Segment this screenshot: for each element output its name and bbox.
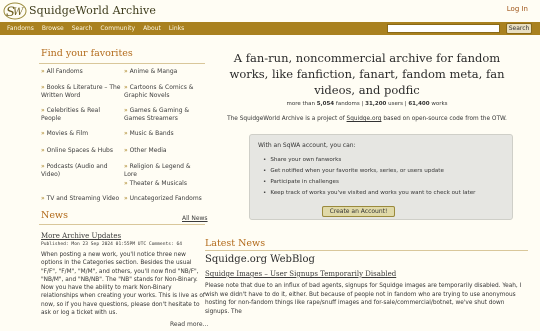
nav-about[interactable]: About — [143, 25, 161, 32]
divider — [39, 224, 205, 225]
works-label: works — [431, 101, 448, 107]
nav-search[interactable]: Search — [72, 25, 93, 32]
divider — [205, 250, 528, 251]
nav-browse[interactable]: Browse — [42, 25, 64, 32]
fandoms-count: 5,054 — [316, 101, 335, 107]
fandom-link-uncategorized[interactable]: » Uncategorized Fandoms — [124, 195, 204, 203]
fandom-link-movies[interactable]: » Movies & Film — [41, 130, 121, 138]
account-benefit: Share your own fanworks — [263, 157, 341, 163]
fandom-link-books[interactable]: » Books & Literature – The Written Word — [41, 84, 121, 100]
blog-post-body: Please note that due to an influx of bad… — [205, 283, 522, 315]
fandom-link-religion[interactable]: » Religion & Legend & Lore — [124, 163, 204, 179]
account-benefit: Get notified when your favorite works, s… — [263, 168, 444, 174]
svg-text:W: W — [13, 7, 24, 18]
fandom-link-anime[interactable]: » Anime & Manga — [124, 68, 204, 76]
nav-community[interactable]: Community — [100, 25, 135, 32]
nav-fandoms[interactable]: Fandoms — [7, 25, 34, 32]
favorites-heading: Find your favorites — [41, 48, 133, 59]
fandom-link-podcasts[interactable]: » Podcasts (Audio and Video) — [41, 163, 113, 179]
fandom-link-cartoons[interactable]: » Cartoons & Comics & Graphic Novels — [124, 84, 204, 100]
fandom-link-all[interactable]: » All Fandoms — [41, 68, 116, 76]
login-link[interactable]: Log In — [507, 5, 528, 13]
works-count: 61,400 — [408, 101, 430, 107]
stats-prefix: more than — [286, 101, 315, 107]
account-benefit: Keep track of works you've visited and w… — [263, 190, 475, 196]
fandoms-label: fandoms — [335, 101, 360, 107]
read-more-link[interactable]: Read more... — [170, 321, 208, 328]
users-count: 31,200 — [365, 101, 387, 107]
account-heading: With an SqWA account, you can: — [258, 142, 356, 149]
primary-navigation: Fandoms Browse Search Community About Li… — [0, 22, 540, 35]
nav-links[interactable]: Links — [169, 25, 184, 32]
fandom-link-online-spaces[interactable]: » Online Spaces & Hubs — [41, 147, 121, 155]
fandom-link-games[interactable]: » Games & Gaming & Games Streamers — [124, 107, 204, 123]
project-note-pre: The SquidgeWorld Archive is a project of — [227, 116, 345, 122]
news-item-title[interactable]: More Archive Updates — [41, 232, 121, 240]
news-item-body: When posting a new work, you'll notice t… — [41, 252, 205, 317]
nav-menu: Fandoms Browse Search Community About Li… — [7, 22, 192, 35]
hero-tagline: A fan-run, noncommercial archive for fan… — [229, 51, 505, 97]
site-stats: more than 5,054 fandoms | 31,200 users |… — [286, 101, 448, 107]
news-heading: News — [41, 210, 68, 221]
account-benefit: Participate in challenges — [263, 179, 339, 185]
users-label: users — [388, 101, 403, 107]
fandom-link-celebrities[interactable]: » Celebrities & Real People — [41, 107, 121, 123]
create-account-button[interactable]: Create an Account! — [322, 206, 395, 217]
fandom-link-theater[interactable]: » Theater & Musicals — [124, 180, 204, 188]
search-input[interactable] — [387, 24, 500, 33]
project-note-post: based on open-source code from the OTW. — [383, 116, 507, 122]
latest-news-heading: Latest News — [205, 238, 266, 249]
project-note: The SquidgeWorld Archive is a project of… — [227, 115, 507, 123]
site-title[interactable]: SquidgeWorld Archive — [29, 4, 156, 17]
fandom-link-tv[interactable]: » TV and Streaming Video — [41, 195, 121, 203]
favorites-panel: Find your favorites » All Fandoms » Anim… — [39, 44, 205, 207]
blog-post-title[interactable]: Squidge Images – User Signups Temporaril… — [205, 270, 396, 278]
fandom-link-music[interactable]: » Music & Bands — [124, 130, 204, 138]
squidge-org-link[interactable]: Squidge.org — [347, 116, 382, 122]
site-header: S W SquidgeWorld Archive Log In — [0, 0, 540, 22]
blog-title: Squidge.org WebBlog — [205, 254, 315, 265]
news-item-meta: Published: Mon 23 Sep 2024 01:55PM UTC C… — [41, 242, 183, 247]
fandom-link-other-media[interactable]: » Other Media — [124, 147, 204, 155]
squidgeworld-logo-icon[interactable]: S W — [3, 2, 27, 20]
divider — [39, 63, 205, 64]
search-button[interactable]: Search — [506, 23, 532, 34]
all-news-link[interactable]: All News — [182, 215, 208, 222]
account-benefits-box: With an SqWA account, you can: Share you… — [249, 134, 513, 220]
